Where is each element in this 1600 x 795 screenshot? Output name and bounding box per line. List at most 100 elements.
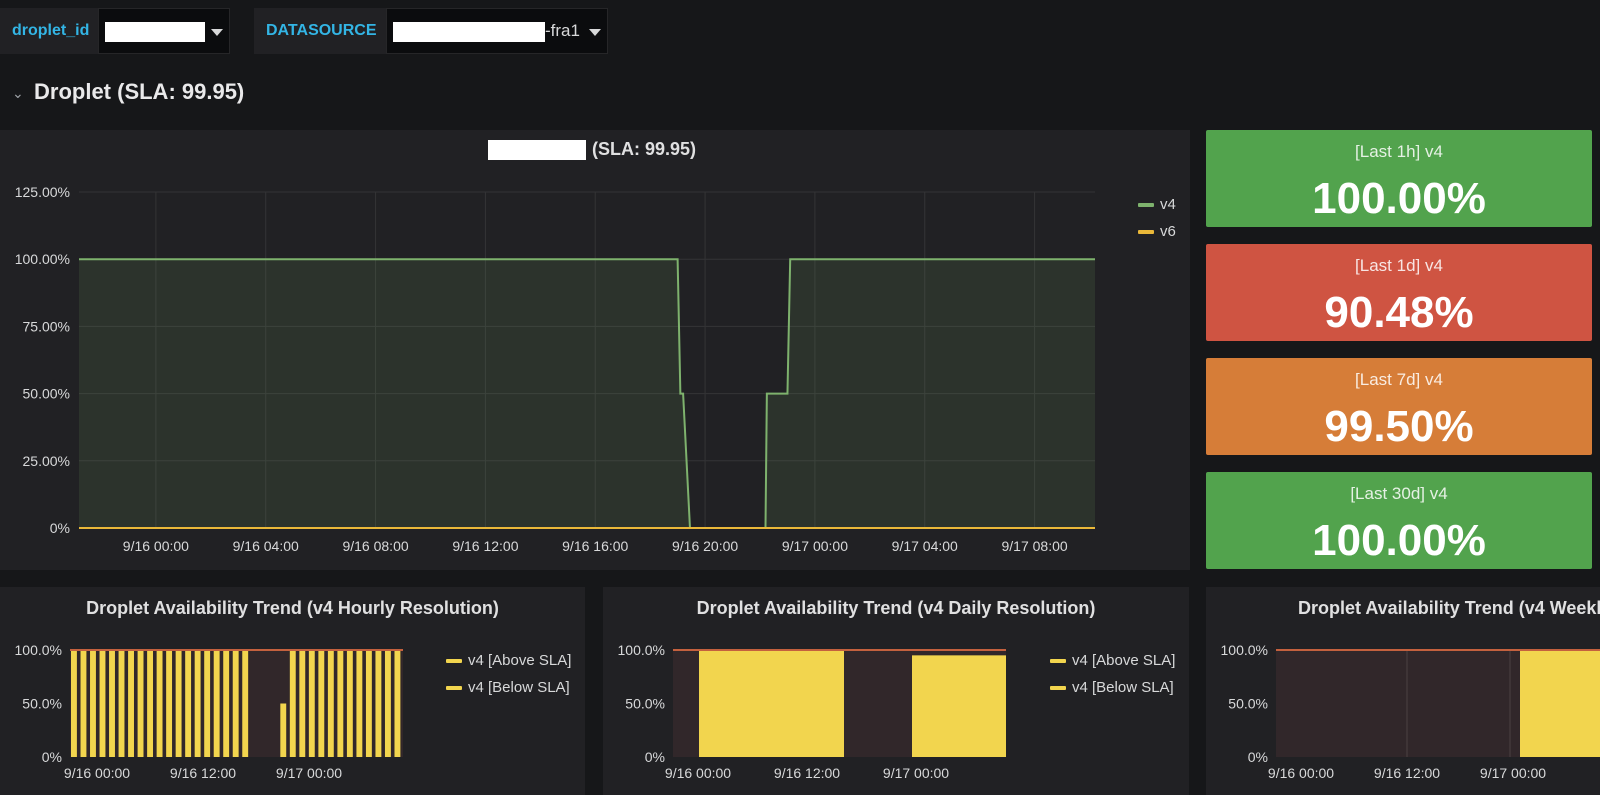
stat-value: 100.00% (1312, 174, 1486, 223)
x-tick-label: 9/16 00:00 (1268, 765, 1334, 781)
y-tick-label: 50.0% (625, 696, 665, 712)
droplet-id-label: droplet_id (0, 8, 98, 54)
legend-swatch (1050, 659, 1066, 664)
legend-item-v6[interactable]: v6 (1138, 223, 1176, 240)
legend-item-above-sla[interactable]: v4 [Above SLA] (1050, 652, 1175, 669)
bar (156, 650, 163, 757)
y-tick-label: 50.00% (23, 386, 70, 402)
legend-swatch (1050, 686, 1066, 691)
droplet-id-select[interactable] (98, 8, 230, 54)
bar (99, 650, 106, 757)
bar (166, 650, 173, 757)
bar (394, 650, 401, 757)
stat-title: [Last 1d] v4 (1355, 256, 1443, 275)
stat-title: [Last 1h] v4 (1355, 142, 1443, 161)
legend-swatch (446, 659, 462, 664)
chevron-down-icon (211, 29, 223, 36)
legend-item-below-sla[interactable]: v4 [Below SLA] (1050, 679, 1174, 696)
stat-title: [Last 30d] v4 (1350, 484, 1448, 503)
stat-panel-last-7d: [Last 7d] v4 99.50% (1206, 358, 1592, 455)
bar (337, 650, 344, 757)
legend-swatch (1138, 203, 1154, 208)
legend-label: v4 [Below SLA] (468, 679, 570, 696)
x-tick-label: 9/16 00:00 (64, 765, 130, 781)
y-tick-label: 100.0% (618, 642, 665, 658)
bar (242, 650, 249, 757)
availability-line-chart: 0% 25.00% 50.00% 75.00% 100.00% 125.00% 9/16 0… (15, 184, 1095, 554)
y-tick-label: 0% (1248, 749, 1268, 765)
legend-label: v6 (1160, 223, 1176, 240)
bar (327, 650, 334, 757)
y-tick-label: 50.0% (22, 696, 62, 712)
row-collapse-chevron-icon[interactable]: ⌄ (12, 85, 24, 102)
bar (194, 650, 201, 757)
bar (384, 650, 391, 757)
x-tick-label: 9/16 00:00 (123, 538, 189, 554)
legend-label: v4 [Below SLA] (1072, 679, 1174, 696)
y-tick-label: 0% (645, 749, 665, 765)
bar (308, 650, 315, 757)
x-tick-label: 9/17 00:00 (782, 538, 848, 554)
legend-item-v4[interactable]: v4 (1138, 196, 1176, 213)
stat-title: [Last 7d] v4 (1355, 370, 1443, 389)
bar (699, 650, 844, 757)
stat-panel-last-1d: [Last 1d] v4 90.48% (1206, 244, 1592, 341)
trend-panel-hourly: Droplet Availability Trend (v4 Hourly Re… (0, 587, 585, 795)
bar (346, 650, 353, 757)
trend-panel-daily: Droplet Availability Trend (v4 Daily Res… (603, 587, 1189, 795)
legend-item-above-sla[interactable]: v4 [Above SLA] (446, 652, 571, 669)
y-tick-label: 0% (42, 749, 62, 765)
bar (356, 650, 363, 757)
legend-swatch (1138, 230, 1154, 235)
bar (365, 650, 372, 757)
availability-graph-panel: (SLA: 99.95) 0% 25.00% 50.00% 75.00% 100.00%… (0, 130, 1190, 570)
bar (71, 650, 77, 757)
x-tick-label: 9/16 12:00 (1374, 765, 1440, 781)
bar (128, 650, 134, 757)
stat-value: 99.50% (1324, 402, 1474, 451)
bar (109, 650, 115, 757)
y-tick-label: 75.00% (23, 318, 70, 334)
bar (318, 650, 325, 757)
y-tick-label: 100.0% (15, 642, 62, 658)
bar (299, 650, 306, 757)
bar (289, 650, 296, 757)
bar (147, 650, 154, 757)
bar (375, 650, 382, 757)
legend-item-below-sla[interactable]: v4 [Below SLA] (446, 679, 570, 696)
bar (280, 703, 287, 757)
chevron-down-icon (589, 29, 601, 36)
bar (185, 650, 192, 757)
row-title[interactable]: Droplet (SLA: 99.95) (34, 74, 244, 110)
bar (175, 650, 182, 757)
legend-label: v4 (1160, 196, 1176, 213)
y-tick-label: 100.0% (1221, 642, 1268, 658)
stat-panel-last-30d: [Last 30d] v4 100.00% (1206, 472, 1592, 569)
y-tick-label: 0% (50, 520, 70, 536)
x-tick-label: 9/17 00:00 (276, 765, 342, 781)
weekly-bar-chart: 0% 50.0% 100.0% 9/16 00:00 9/16 12:00 9/17 00… (1221, 642, 1600, 781)
redacted-value (393, 22, 545, 42)
x-tick-label: 9/16 04:00 (233, 538, 299, 554)
x-tick-label: 9/17 00:00 (883, 765, 949, 781)
bar (118, 650, 125, 757)
stat-value: 90.48% (1324, 288, 1474, 337)
bar (1520, 650, 1600, 757)
redacted-value (105, 22, 205, 42)
x-tick-label: 9/16 12:00 (452, 538, 518, 554)
x-tick-label: 9/16 12:00 (774, 765, 840, 781)
stat-value: 100.00% (1312, 516, 1486, 565)
x-tick-label: 9/16 12:00 (170, 765, 236, 781)
datasource-select[interactable]: -fra1 (386, 8, 608, 54)
legend-label: v4 [Above SLA] (468, 652, 572, 669)
x-tick-label: 9/17 00:00 (1480, 765, 1546, 781)
datasource-label: DATASOURCE (254, 8, 386, 54)
bar (90, 650, 96, 757)
y-tick-label: 25.00% (23, 453, 70, 469)
y-tick-label: 50.0% (1228, 696, 1268, 712)
bar (223, 650, 230, 757)
x-tick-label: 9/16 08:00 (342, 538, 408, 554)
x-tick-label: 9/17 08:00 (1002, 538, 1068, 554)
y-tick-label: 125.00% (15, 184, 70, 200)
x-tick-label: 9/16 20:00 (672, 538, 738, 554)
